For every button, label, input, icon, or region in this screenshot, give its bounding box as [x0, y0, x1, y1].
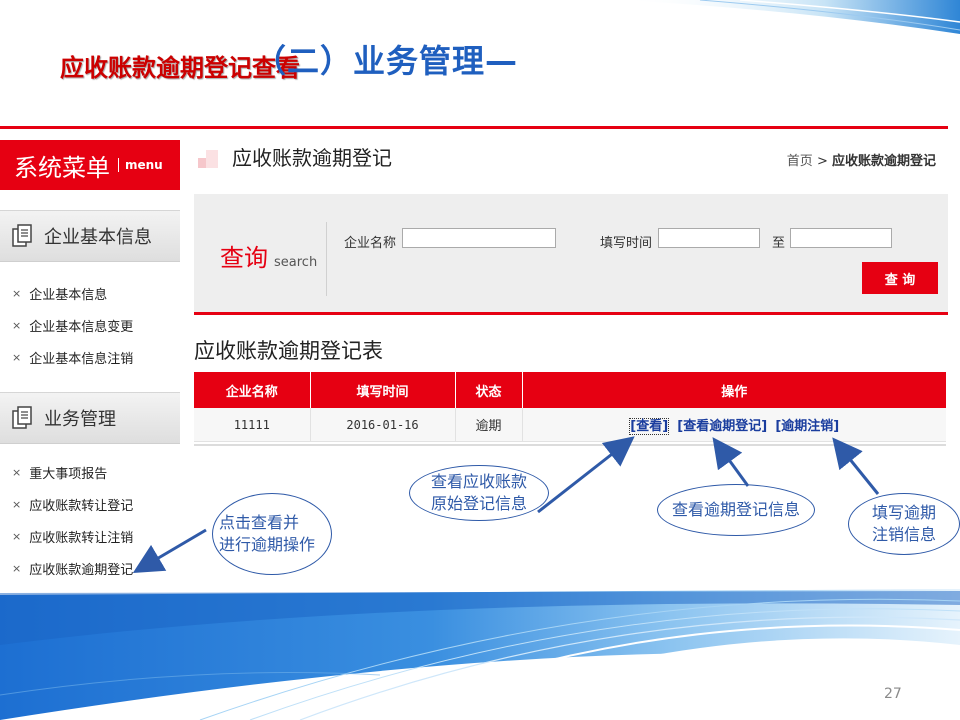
cell-status: 逾期: [455, 408, 523, 442]
sidebar-item-company-cancel[interactable]: × 企业基本信息注销: [0, 341, 180, 373]
sidebar-section-company[interactable]: 企业基本信息: [0, 210, 180, 262]
sidebar-item-company-info[interactable]: × 企业基本信息: [0, 277, 180, 309]
sidebar-item-label: 应收账款转让注销: [29, 530, 134, 546]
overdue-table: 企业名称 填写时间 状态 操作 11111 2016-01-16 逾期 [查看]…: [194, 372, 946, 442]
overdue-cancel-link[interactable]: [逾期注销]: [775, 419, 839, 434]
sidebar-item-label: 企业基本信息: [29, 287, 108, 303]
document-icon: [12, 406, 32, 429]
search-label-cn: 查询: [220, 244, 268, 272]
company-name-input[interactable]: [402, 228, 556, 248]
page-title: 应收账款逾期登记: [232, 146, 392, 170]
search-label-en: search: [274, 255, 318, 270]
breadcrumb-current: 应收账款逾期登记: [831, 154, 936, 169]
page-header: 应收账款逾期登记 首页 > 应收账款逾期登记: [194, 138, 948, 178]
search-panel: 查询 search 企业名称 填写时间 至 查 询: [194, 194, 948, 315]
callout-view-overdue-tip: 查看逾期登记信息: [657, 484, 815, 536]
search-label: 查询 search: [220, 238, 317, 273]
bullet-icon: ×: [12, 529, 22, 543]
cell-date: 2016-01-16: [310, 408, 456, 442]
document-icon: [12, 224, 32, 247]
bullet-icon: ×: [12, 465, 22, 479]
breadcrumb-separator: >: [816, 154, 828, 169]
sidebar-item-transfer-register[interactable]: × 应收账款转让登记: [0, 488, 180, 520]
bullet-icon: ×: [12, 286, 22, 300]
table-bottom-line: [194, 444, 946, 446]
sidebar-item-label: 企业基本信息变更: [29, 319, 134, 335]
sidebar-item-transfer-cancel[interactable]: × 应收账款转让注销: [0, 520, 180, 552]
callout-view-tip: 查看应收账款 原始登记信息: [409, 465, 549, 521]
menu-separator: [118, 158, 119, 172]
bullet-icon: ×: [12, 350, 22, 364]
bottom-decoration: [0, 589, 960, 720]
breadcrumb: 首页 > 应收账款逾期登记: [787, 150, 936, 169]
cell-company: 11111: [194, 408, 311, 442]
table-row: 11111 2016-01-16 逾期 [查看] [查看逾期登记] [逾期注销]: [194, 408, 946, 442]
table-title: 应收账款逾期登记表: [194, 339, 383, 363]
breadcrumb-home-link[interactable]: 首页: [787, 154, 813, 169]
bullet-icon: ×: [12, 318, 22, 332]
sidebar-section-label: 企业基本信息: [44, 227, 152, 248]
menu-title: 系统菜单: [14, 153, 110, 182]
column-header: 状态: [455, 372, 523, 408]
column-header: 企业名称: [194, 372, 311, 408]
slide-title: （二）业务管理— 应收账款逾期登记查看: [60, 36, 517, 86]
sidebar-menu-header: 系统菜单 menu: [0, 140, 180, 190]
callout-text: 点击查看并 进行逾期操作: [219, 513, 316, 554]
search-divider: [326, 222, 327, 296]
query-button[interactable]: 查 询: [862, 262, 938, 294]
callout-text: 查看应收账款 原始登记信息: [430, 472, 527, 513]
column-header: 填写时间: [310, 372, 456, 408]
sidebar-item-label: 企业基本信息注销: [29, 351, 134, 367]
sidebar: 系统菜单 menu 企业基本信息 × 企业基本信息 × 企业基本信息变更 × 企业基本…: [0, 140, 180, 590]
view-link[interactable]: [查看]: [629, 418, 670, 435]
sidebar-item-label: 应收账款转让登记: [29, 498, 134, 514]
date-from-input[interactable]: [658, 228, 760, 248]
title-marker-icon: [198, 150, 218, 168]
column-header: 操作: [522, 372, 946, 408]
view-overdue-link[interactable]: [查看逾期登记]: [677, 419, 767, 434]
callout-text: 查看逾期登记信息: [671, 500, 800, 519]
sidebar-item-label: 应收账款逾期登记: [29, 562, 134, 578]
company-name-label: 企业名称: [344, 236, 397, 251]
date-to-label: 至: [772, 236, 786, 251]
callout-cancel-tip: 填写逾期 注销信息: [848, 493, 960, 555]
callout-text: 填写逾期 注销信息: [871, 503, 936, 544]
date-label: 填写时间: [600, 236, 653, 251]
sidebar-item-label: 重大事项报告: [29, 466, 108, 482]
sidebar-section-label: 业务管理: [44, 409, 116, 430]
sidebar-item-overdue-register[interactable]: × 应收账款逾期登记: [0, 552, 180, 584]
date-to-input[interactable]: [790, 228, 892, 248]
sidebar-item-major-report[interactable]: × 重大事项报告: [0, 456, 180, 488]
sidebar-section-business[interactable]: 业务管理: [0, 392, 180, 444]
bullet-icon: ×: [12, 561, 22, 575]
sidebar-item-company-change[interactable]: × 企业基本信息变更: [0, 309, 180, 341]
table-header-row: 企业名称 填写时间 状态 操作: [194, 372, 946, 408]
callout-sidebar-tip: 点击查看并 进行逾期操作: [212, 493, 332, 575]
top-decoration: [620, 0, 960, 34]
menu-subtitle: menu: [125, 158, 163, 172]
cell-operations: [查看] [查看逾期登记] [逾期注销]: [522, 408, 946, 442]
page-number: 27: [884, 686, 902, 702]
bullet-icon: ×: [12, 497, 22, 511]
